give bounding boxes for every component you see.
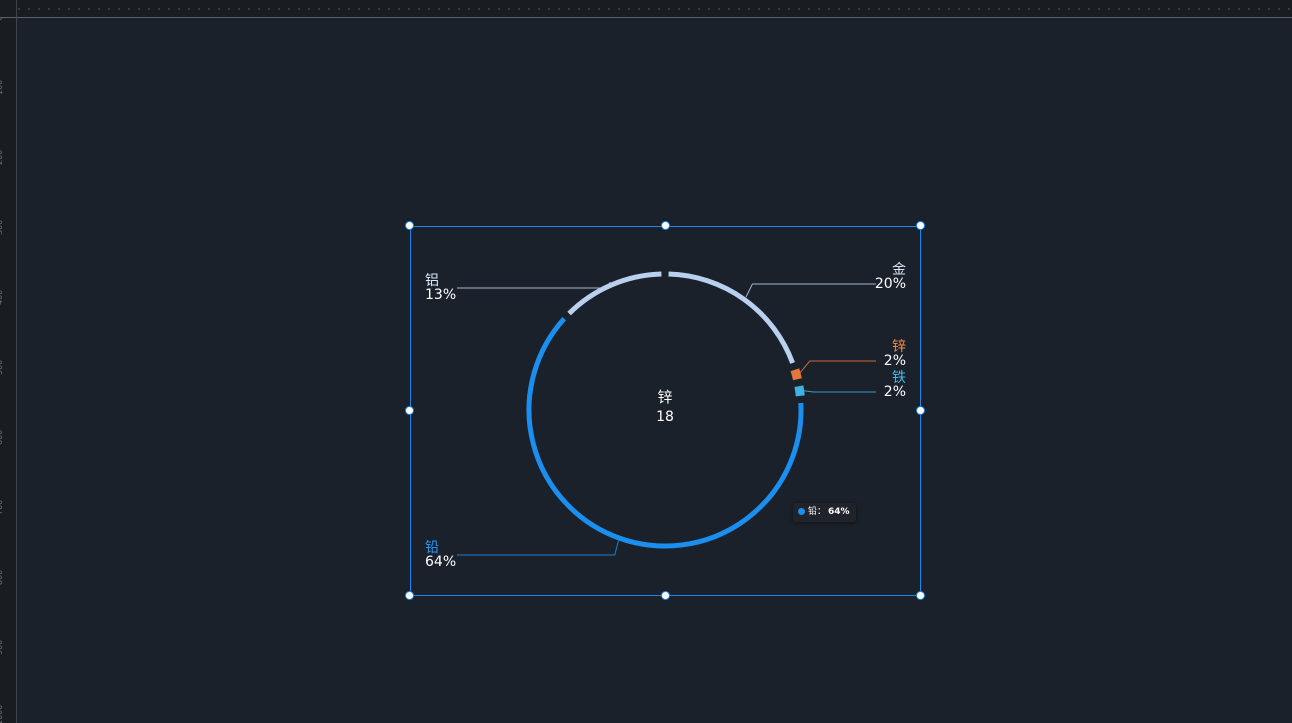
tooltip-separator: ： [817, 507, 827, 517]
tooltip-series-name: 铅 [808, 507, 818, 517]
resize-handle-top[interactable] [660, 221, 670, 230]
chart-tooltip: 铅： 64% [793, 503, 856, 522]
editor-workspace: 01002003004005006007008009001000 金20%锌2%… [0, 0, 1292, 723]
resize-handle-bottom-right[interactable] [916, 591, 925, 600]
selected-chart-widget[interactable] [405, 221, 925, 600]
tooltip-value: 64% [828, 507, 850, 517]
resize-handle-right[interactable] [916, 406, 925, 415]
resize-handle-bottom[interactable] [660, 591, 670, 600]
tooltip-color-dot [798, 507, 805, 515]
resize-handle-top-left[interactable] [405, 221, 414, 230]
resize-handle-bottom-left[interactable] [405, 591, 414, 600]
resize-handle-top-right[interactable] [916, 221, 925, 230]
resize-handle-left[interactable] [405, 406, 414, 415]
